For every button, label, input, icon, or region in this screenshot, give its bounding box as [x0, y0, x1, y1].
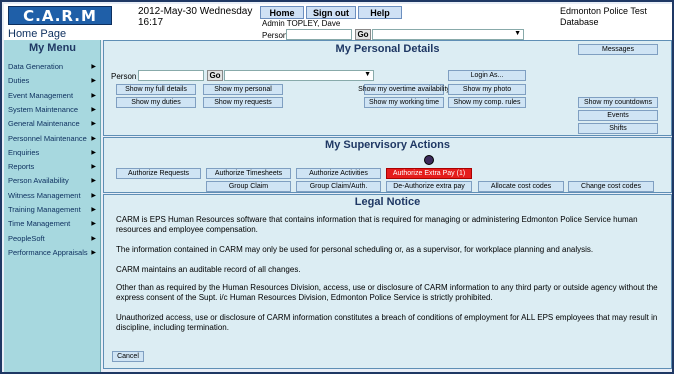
sidebar-item[interactable]: Enquiries ▶: [8, 146, 98, 159]
chevron-right-icon: ▶: [91, 78, 96, 85]
chevron-right-icon: ▶: [91, 249, 96, 256]
chevron-right-icon: ▶: [91, 178, 96, 185]
sidebar-item[interactable]: Data Generation ▶: [8, 60, 98, 73]
sidebar-item[interactable]: Duties ▶: [8, 74, 98, 87]
deauthorize-extra-pay-button[interactable]: De-Authorize extra pay: [386, 181, 472, 192]
menu-title: My Menu: [28, 42, 77, 54]
chevron-right-icon: ▶: [91, 121, 96, 128]
authorize-extra-pay-button[interactable]: Authorize Extra Pay (1): [386, 168, 472, 179]
go-button[interactable]: Go: [207, 70, 223, 81]
logged-in-user: Admin TOPLEY, Dave: [262, 19, 341, 28]
legal-paragraph-5: Unauthorized access, use or disclosure o…: [116, 313, 658, 332]
chevron-right-icon: ▶: [91, 164, 96, 171]
chevron-right-icon: ▶: [91, 92, 96, 99]
change-cost-codes-button[interactable]: Change cost codes: [568, 181, 654, 192]
sidebar-item[interactable]: General Maintenance ▶: [8, 117, 98, 130]
person-dropdown[interactable]: ▼: [224, 70, 374, 81]
show-photo-button[interactable]: Show my photo: [448, 84, 526, 95]
sidebar-item-label: System Maintenance: [8, 104, 79, 114]
show-requests-button[interactable]: Show my requests: [203, 97, 283, 108]
carm-logo: C.A.R.M: [8, 6, 112, 25]
group-claim-auth-button[interactable]: Group Claim/Auth.: [296, 181, 381, 192]
show-working-time-button[interactable]: Show my working time: [364, 97, 444, 108]
sidebar-item-label: Data Generation: [8, 62, 64, 71]
login-as-button[interactable]: Login As...: [448, 70, 526, 81]
legal-paragraph-4: Other than as required by the Human Reso…: [116, 283, 658, 302]
person-label: Person: [111, 72, 137, 81]
overtime-availability-button[interactable]: Show my overtime availability: [358, 84, 450, 95]
sidebar-item[interactable]: Event Management ▶: [8, 89, 98, 102]
sidebar-item-label: General Maintenance: [8, 119, 80, 129]
events-button[interactable]: Events: [578, 110, 658, 121]
chevron-right-icon: ▶: [91, 149, 96, 156]
authorize-activities-button[interactable]: Authorize Activities: [296, 168, 381, 179]
person-select[interactable]: ▼: [372, 29, 524, 40]
person-label: Person: [262, 31, 288, 40]
legal-paragraph-1: CARM is EPS Human Resources software tha…: [116, 215, 638, 234]
person-search-input[interactable]: [286, 29, 352, 40]
page-title: Home Page: [8, 28, 67, 40]
database-name: Edmonton Police Test Database: [560, 6, 647, 27]
chevron-down-icon: ▼: [364, 71, 371, 78]
personal-details-panel: My Personal Details Messages Person Go ▼…: [103, 40, 672, 136]
person-go-button[interactable]: Go: [355, 29, 371, 40]
sidebar-item-label: Duties: [8, 76, 30, 86]
sidebar-item-label: Event Management: [8, 90, 74, 100]
chevron-right-icon: ▶: [91, 192, 96, 199]
sidebar-item-label: Personnel Maintenance: [8, 133, 87, 143]
app-window: C.A.R.M Home Page 2012-May-30 Wednesday …: [0, 0, 674, 374]
sidebar-item[interactable]: Person Availability ▶: [8, 174, 98, 187]
sidebar-item-label: PeopleSoft: [8, 233, 45, 243]
sidebar-item-label: Time Management: [8, 219, 71, 229]
legal-paragraph-2: The information contained in CARM may on…: [116, 245, 594, 254]
messages-button[interactable]: Messages: [578, 44, 658, 55]
sidebar-item-label: Person Availability: [8, 176, 69, 186]
sidebar-item[interactable]: Witness Management ▶: [8, 189, 98, 202]
sign-out-button[interactable]: Sign out: [306, 6, 356, 19]
sidebar-item[interactable]: Time Management ▶: [8, 217, 98, 230]
supervisory-actions-title: My Supervisory Actions: [325, 139, 450, 151]
show-full-details-button[interactable]: Show my full details: [116, 84, 196, 95]
sidebar-item[interactable]: Personnel Maintenance ▶: [8, 132, 98, 145]
authorize-timesheets-button[interactable]: Authorize Timesheets: [206, 168, 291, 179]
show-countdowns-button[interactable]: Show my countdowns: [578, 97, 658, 108]
sidebar-item-label: Enquiries: [8, 147, 40, 157]
top-bar: C.A.R.M Home Page 2012-May-30 Wednesday …: [4, 4, 672, 40]
sidebar-item[interactable]: Reports ▶: [8, 160, 98, 173]
show-comp-rules-button[interactable]: Show my comp. rules: [448, 97, 526, 108]
legal-notice-title: Legal Notice: [354, 196, 421, 208]
chevron-down-icon: ▼: [514, 30, 521, 37]
chevron-right-icon: ▶: [91, 106, 96, 113]
sidebar-item-label: Reports: [8, 162, 35, 172]
allocate-cost-codes-button[interactable]: Allocate cost codes: [478, 181, 564, 192]
sidebar-item[interactable]: Training Management ▶: [8, 203, 98, 216]
authorize-requests-button[interactable]: Authorize Requests: [116, 168, 201, 179]
sidebar-item[interactable]: Performance Appraisals ▶: [8, 246, 98, 259]
show-duties-button[interactable]: Show my duties: [116, 97, 196, 108]
cancel-button[interactable]: Cancel: [112, 351, 144, 362]
shifts-button[interactable]: Shifts: [578, 123, 658, 134]
home-button[interactable]: Home: [260, 6, 304, 19]
legal-paragraph-3: CARM maintains an auditable record of al…: [116, 265, 301, 274]
sidebar-item[interactable]: PeopleSoft ▶: [8, 232, 98, 245]
chevron-right-icon: ▶: [91, 207, 96, 213]
supervisory-actions-panel: My Supervisory Actions Authorize Request…: [103, 137, 672, 193]
sidebar-item-label: Training Management: [8, 205, 81, 214]
chevron-right-icon: ▶: [91, 221, 96, 228]
sidebar-menu: My Menu Data Generation ▶ Duties ▶ Event Man…: [4, 40, 101, 372]
show-personal-button[interactable]: Show my personal: [203, 84, 283, 95]
sidebar-item-label: Witness Management: [8, 190, 81, 200]
current-time: 16:17: [138, 17, 164, 28]
person-input[interactable]: [138, 70, 204, 81]
group-claim-button[interactable]: Group Claim: [206, 181, 291, 192]
legal-notice-panel: Legal Notice CARM is EPS Human Resources…: [103, 194, 672, 369]
chevron-right-icon: ▶: [91, 135, 96, 142]
sidebar-item[interactable]: System Maintenance ▶: [8, 103, 98, 116]
current-date: 2012-May-30 Wednesday: [138, 6, 253, 17]
alert-bell-icon: [424, 155, 434, 165]
help-button[interactable]: Help: [358, 6, 402, 19]
sidebar-item-label: Performance Appraisals: [8, 247, 88, 257]
chevron-right-icon: ▶: [91, 235, 96, 242]
chevron-right-icon: ▶: [91, 64, 96, 70]
